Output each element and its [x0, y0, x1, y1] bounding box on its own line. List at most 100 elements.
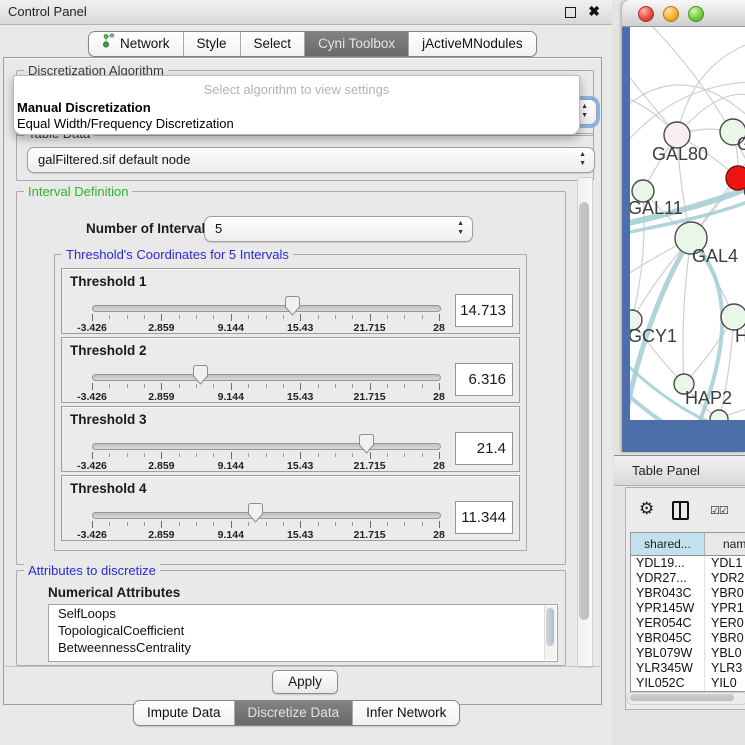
node-label: GAL80 [652, 144, 708, 164]
network-canvas[interactable]: GAL80G.CGAL11GAL4GCY1HHAP2 [630, 26, 745, 420]
tick-label: 15.43 [287, 322, 313, 334]
threshold-slider[interactable]: -3.4262.8599.14415.4321.71528 [92, 296, 439, 334]
table-row[interactable]: YDR27...YDR2 [631, 571, 745, 586]
threshold-slider[interactable]: -3.4262.8599.14415.4321.71528 [92, 365, 439, 403]
algorithm-option[interactable]: Manual Discretization [17, 100, 576, 116]
tab-label: Select [254, 32, 292, 56]
table-data-combobox[interactable]: galFiltered.sif default node ▲▼ [27, 147, 595, 173]
tick-mark [127, 453, 128, 457]
threshold-value-field[interactable]: 6.316 [455, 363, 513, 396]
slider-thumb[interactable] [285, 296, 300, 316]
node-label: GAL11 [630, 198, 683, 218]
minimize-traffic-light-icon[interactable] [663, 6, 679, 22]
close-traffic-light-icon[interactable] [638, 6, 654, 22]
combo-arrows-icon: ▲▼ [581, 102, 588, 120]
slider-track[interactable] [92, 443, 441, 450]
tick-label: 28 [433, 529, 445, 541]
numerical-attributes-list[interactable]: SelfLoopsTopologicalCoefficientBetweenne… [48, 604, 558, 662]
tab-jactivemnodules[interactable]: jActiveMNodules [408, 32, 536, 56]
tick-mark [439, 383, 440, 390]
tab-network[interactable]: Network [89, 32, 183, 56]
slider-thumb[interactable] [359, 434, 374, 454]
cell-shared-name: YLR345W [631, 661, 705, 676]
column-header-shared-name[interactable]: shared... [631, 533, 705, 555]
threshold-value-field[interactable]: 11.344 [455, 501, 513, 534]
float-window-icon[interactable] [565, 7, 576, 18]
tab-impute-data[interactable]: Impute Data [134, 701, 234, 725]
threshold-slider[interactable]: -3.4262.8599.14415.4321.71528 [92, 434, 439, 472]
table-row[interactable]: YPR145WYPR1 [631, 601, 745, 616]
attribute-list-item[interactable]: BetweennessCentrality [49, 639, 557, 656]
tab-infer-network[interactable]: Infer Network [352, 701, 459, 725]
tick-mark [161, 314, 162, 321]
tick-mark [422, 384, 423, 388]
checkboxes-icon[interactable]: ☑☑ [710, 504, 728, 517]
cell-shared-name: YER054C [631, 616, 705, 631]
column-header-name[interactable]: name [705, 533, 745, 555]
algorithm-option[interactable]: Equal Width/Frequency Discretization [17, 116, 576, 132]
scrollbar-thumb[interactable] [546, 608, 554, 646]
table-row[interactable]: YER054CYER0 [631, 616, 745, 631]
threshold-value-field[interactable]: 21.4 [455, 432, 513, 465]
tick-mark [283, 522, 284, 526]
tick-mark [127, 315, 128, 319]
tab-label: Network [120, 32, 170, 56]
slider-track[interactable] [92, 512, 441, 519]
tick-label: 2.859 [148, 391, 174, 403]
slider-thumb[interactable] [248, 503, 263, 523]
numerical-attributes-label: Numerical Attributes [48, 585, 180, 600]
tab-label: jActiveMNodules [422, 32, 523, 56]
tick-mark [335, 522, 336, 526]
list-vertical-scrollbar[interactable] [544, 606, 556, 660]
tab-style[interactable]: Style [183, 32, 240, 56]
panel-vertical-scrollbar[interactable] [577, 177, 593, 668]
attribute-list-item[interactable]: SelfLoops [49, 605, 557, 622]
columns-icon[interactable] [672, 501, 689, 520]
slider-track[interactable] [92, 374, 441, 381]
table-row[interactable]: YIL052CYIL0 [631, 676, 745, 691]
tick-mark [231, 314, 232, 321]
slider-track[interactable] [92, 305, 441, 312]
scrollbar-thumb[interactable] [579, 202, 589, 620]
tick-mark [144, 315, 145, 319]
tick-label: 21.715 [354, 391, 386, 403]
tab-label: Impute Data [147, 701, 221, 725]
apply-button[interactable]: Apply [272, 670, 338, 694]
tick-mark [196, 522, 197, 526]
tab-label: Discretize Data [248, 701, 340, 725]
tick-mark [179, 315, 180, 319]
tick-mark [231, 452, 232, 459]
slider-thumb[interactable] [193, 365, 208, 385]
tab-cyni-toolbox[interactable]: Cyni Toolbox [304, 32, 408, 56]
tick-mark [213, 315, 214, 319]
table-horizontal-scrollbar[interactable] [627, 692, 745, 705]
tick-label: 15.43 [287, 460, 313, 472]
tab-select[interactable]: Select [240, 32, 305, 56]
table-row[interactable]: YBR043CYBR0 [631, 586, 745, 601]
table-row[interactable]: YLR345WYLR3 [631, 661, 745, 676]
cell-shared-name: YPR145W [631, 601, 705, 616]
zoom-traffic-light-icon[interactable] [688, 6, 704, 22]
combo-arrows-icon: ▲▼ [579, 150, 586, 168]
table-row[interactable]: YBR045CYBR0 [631, 631, 745, 646]
tick-mark [370, 314, 371, 321]
threshold-label: Threshold 3 [70, 412, 147, 427]
table-row[interactable]: YBL079WYBL0 [631, 646, 745, 661]
combo-value: 5 [215, 221, 222, 236]
close-icon[interactable]: ✖ [588, 3, 600, 20]
number-of-intervals-combobox[interactable]: 5 ▲▼ [204, 216, 473, 242]
threshold-value-field[interactable]: 14.713 [455, 294, 513, 327]
network-node[interactable] [710, 410, 728, 420]
table-row[interactable]: YDL19...YDL1 [631, 556, 745, 571]
group-title: Interval Definition [24, 184, 132, 199]
gear-icon[interactable]: ⚙ [639, 499, 654, 519]
attribute-list-item[interactable]: TopologicalCoefficient [49, 622, 557, 639]
tick-mark [352, 522, 353, 526]
tick-mark [283, 315, 284, 319]
cell-name: YPR1 [705, 601, 745, 616]
tab-discretize-data[interactable]: Discretize Data [234, 701, 353, 725]
scrollbar-thumb[interactable] [630, 694, 734, 701]
tick-mark [213, 522, 214, 526]
tick-mark [266, 522, 267, 526]
threshold-slider[interactable]: -3.4262.8599.14415.4321.71528 [92, 503, 439, 541]
